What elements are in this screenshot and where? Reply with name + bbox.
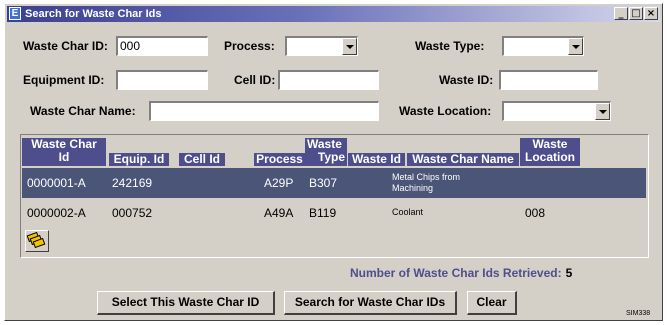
records-retrieved-status: Number of Waste Char Ids Retrieved: 5 xyxy=(350,266,572,280)
title-bar[interactable]: E Search for Waste Char Ids _ □ × xyxy=(7,6,660,22)
waste-id-label: Waste ID: xyxy=(439,73,494,87)
process-select[interactable] xyxy=(285,36,358,56)
records-retrieved-label: Number of Waste Char Ids Retrieved: xyxy=(350,266,562,280)
column-header-cell-id[interactable]: Cell Id xyxy=(179,153,225,166)
waste-type-label: Waste Type: xyxy=(415,39,485,53)
app-icon: E xyxy=(9,7,21,20)
equipment-id-label: Equipment ID: xyxy=(23,73,105,87)
clear-button[interactable]: Clear xyxy=(467,291,517,315)
waste-type-select[interactable] xyxy=(502,36,584,56)
waste-char-id-input[interactable]: 000 xyxy=(116,36,208,56)
waste-char-id-label: Waste Char ID: xyxy=(23,39,108,53)
table-row[interactable]: 0000001-A 242169 A29P B307 Metal Chips f… xyxy=(22,168,646,198)
results-grid: Waste Char Id Equip. Id Cell Id Process … xyxy=(20,134,649,258)
sim-code-label: SIM338 xyxy=(626,310,651,317)
search-window: E Search for Waste Char Ids _ □ × Waste … xyxy=(4,3,663,321)
stacked-records-icon xyxy=(26,231,46,249)
cell-waste-char-name: Coolant xyxy=(392,207,424,217)
waste-id-input[interactable] xyxy=(499,70,598,90)
waste-char-name-label: Waste Char Name: xyxy=(30,104,136,118)
minimize-button[interactable]: _ xyxy=(614,7,628,20)
close-button[interactable]: × xyxy=(644,7,658,20)
chevron-down-icon[interactable] xyxy=(595,103,610,120)
cell-waste-location: 008 xyxy=(525,206,546,220)
cell-process: A29P xyxy=(264,176,294,190)
maximize-button[interactable]: □ xyxy=(629,7,643,20)
equipment-id-input[interactable] xyxy=(116,70,208,90)
column-header-waste-char-name[interactable]: Waste Char Name xyxy=(407,153,519,166)
cell-equip-id: 000752 xyxy=(112,206,153,220)
window-title: Search for Waste Char Ids xyxy=(25,8,162,20)
records-retrieved-count: 5 xyxy=(565,266,573,280)
cell-waste-char-id: 0000002-A xyxy=(27,206,86,220)
column-header-waste-type[interactable]: Waste Type xyxy=(305,138,347,166)
process-label: Process: xyxy=(224,39,275,53)
search-waste-char-button[interactable]: Search for Waste Char IDs xyxy=(284,291,457,315)
waste-char-name-input[interactable] xyxy=(149,101,379,121)
column-header-equip-id[interactable]: Equip. Id xyxy=(109,153,169,166)
waste-location-select[interactable] xyxy=(502,101,611,121)
table-row[interactable]: 0000002-A 000752 A49A B119 Coolant 008 xyxy=(22,198,646,228)
cell-id-label: Cell ID: xyxy=(234,73,276,87)
cell-id-input[interactable] xyxy=(278,70,379,90)
stacked-records-button[interactable] xyxy=(25,230,49,252)
cell-process: A49A xyxy=(264,206,294,220)
column-header-waste-id[interactable]: Waste Id xyxy=(348,153,405,166)
cell-waste-type: B119 xyxy=(309,206,337,220)
chevron-down-icon[interactable] xyxy=(342,38,357,55)
chevron-down-icon[interactable] xyxy=(568,38,583,55)
column-header-waste-char-id[interactable]: Waste Char Id xyxy=(22,138,106,166)
cell-waste-char-id: 0000001-A xyxy=(27,176,86,190)
cell-equip-id: 242169 xyxy=(112,176,153,190)
cell-waste-type: B307 xyxy=(309,176,338,190)
cell-waste-char-name: Metal Chips from Machining xyxy=(392,172,461,193)
select-waste-char-button[interactable]: Select This Waste Char ID xyxy=(97,291,275,315)
waste-location-label: Waste Location: xyxy=(399,104,492,118)
column-header-waste-location[interactable]: Waste Location xyxy=(520,138,580,166)
column-header-process[interactable]: Process xyxy=(254,153,305,166)
